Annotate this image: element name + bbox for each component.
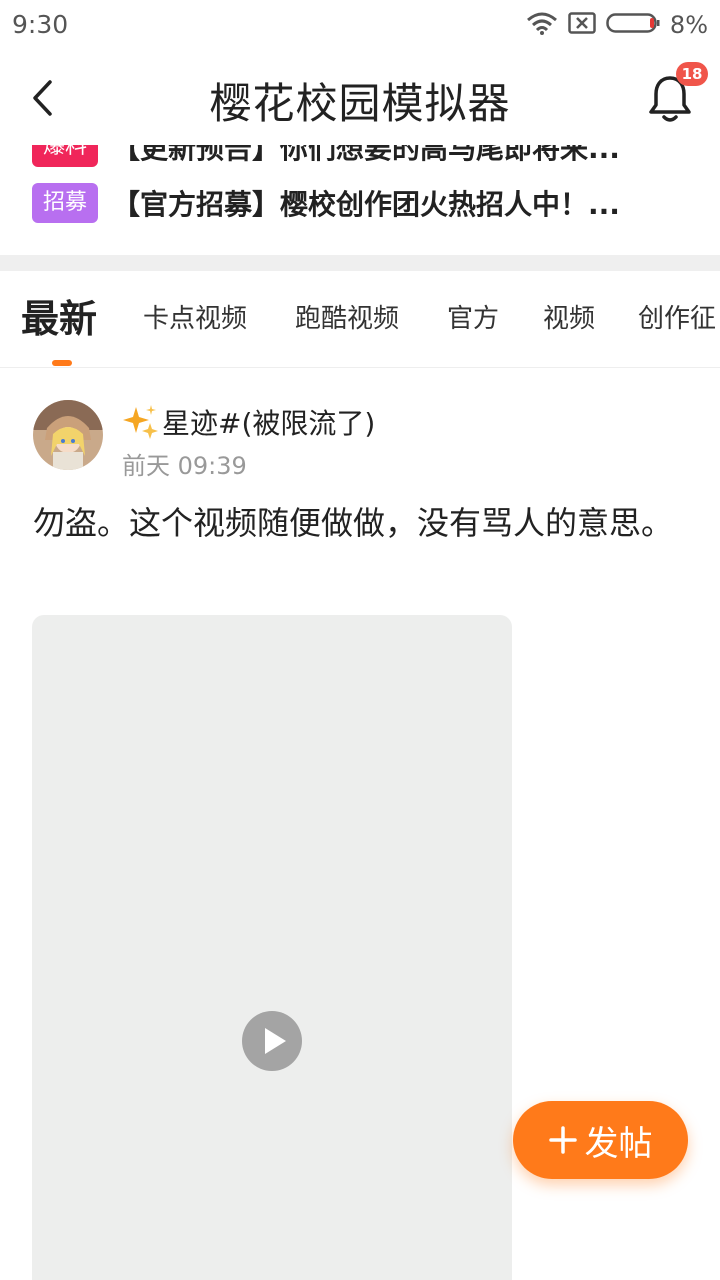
sparkle-icon <box>123 405 158 439</box>
status-icons: 8% <box>516 9 708 41</box>
no-sim-icon <box>568 12 596 38</box>
page-title: 樱花校园模拟器 <box>209 79 511 128</box>
username-text: 星迹#(被限流了) <box>162 407 376 440</box>
tab-parkour-video[interactable]: 跑酷视频 <box>295 271 399 367</box>
active-tab-indicator <box>52 360 72 366</box>
battery-icon <box>606 12 660 38</box>
new-post-button[interactable]: 发帖 <box>513 1101 688 1179</box>
announcement-list: 爆料 【更新预告】你们想要的高马尾即将来... 招募 【官方招募】樱校创作团火热… <box>0 145 720 255</box>
video-thumbnail[interactable] <box>32 615 512 1280</box>
app-header: 樱花校园模拟器 <box>0 50 720 145</box>
username[interactable]: 星迹#(被限流了) <box>122 402 375 442</box>
category-tabs: 最新 卡点视频 跑酷视频 官方 视频 创作征 <box>0 271 720 368</box>
announcement-text: 【官方招募】樱校创作团火热招人中！... <box>112 188 620 221</box>
plus-icon <box>548 1126 577 1154</box>
avatar[interactable] <box>33 400 103 470</box>
tab-beat-video[interactable]: 卡点视频 <box>143 271 247 367</box>
battery-percent: 8% <box>669 11 708 39</box>
post-time: 前天 09:39 <box>122 452 247 480</box>
announcement-tag: 招募 <box>32 183 98 223</box>
post-text: 勿盗。这个视频随便做做，没有骂人的意思。 <box>33 504 674 542</box>
section-divider <box>0 255 720 271</box>
announcement-item[interactable]: 招募 【官方招募】樱校创作团火热招人中！... <box>32 182 692 224</box>
announcement-tag: 爆料 <box>32 145 98 167</box>
status-bar: 9:30 8% <box>0 0 720 50</box>
status-time: 9:30 <box>12 10 69 39</box>
screen: 9:30 8% 樱花校园模拟器 18 爆料 【更新预告】你们想要的高马尾即将来.… <box>0 0 720 1280</box>
wifi-icon <box>526 11 558 39</box>
tab-creation-contest[interactable]: 创作征 <box>638 271 716 367</box>
tab-official[interactable]: 官方 <box>447 271 499 367</box>
tab-video[interactable]: 视频 <box>543 271 595 367</box>
announcement-item[interactable]: 爆料 【更新预告】你们想要的高马尾即将来... <box>32 145 692 168</box>
announcement-text: 【更新预告】你们想要的高马尾即将来... <box>112 145 620 165</box>
play-icon[interactable] <box>242 1011 302 1071</box>
notification-badge: 18 <box>676 62 708 86</box>
new-post-label: 发帖 <box>584 1123 653 1164</box>
tab-latest[interactable]: 最新 <box>21 271 97 367</box>
